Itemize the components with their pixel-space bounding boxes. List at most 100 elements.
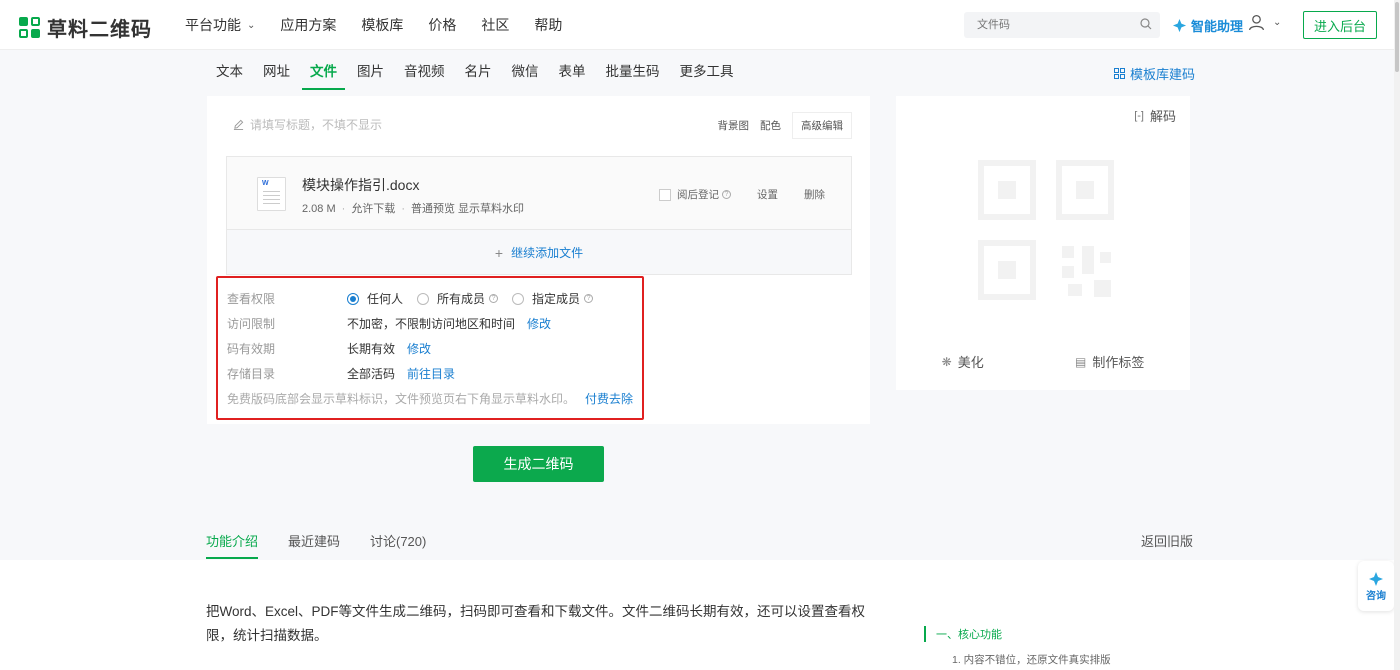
storage-label: 存储目录 [227, 367, 276, 381]
grid-icon [1114, 68, 1125, 79]
tab-wechat[interactable]: 微信 [512, 52, 539, 90]
page-scrollbar[interactable] [1394, 0, 1400, 670]
decode-button[interactable]: [-] 解码 [1134, 106, 1176, 125]
bottom-tabs: 功能介绍 最近建码 讨论(720) 返回旧版 [0, 515, 1400, 560]
beautify-button[interactable]: ❋ 美化 [942, 352, 984, 371]
tab-audio-video[interactable]: 音视频 [404, 52, 445, 90]
validity-label: 码有效期 [227, 342, 276, 356]
access-limit-value: 不加密，不限制访问地区和时间 [347, 317, 516, 331]
settings-panel: 查看权限 任何人 所有成员? 指定成员? 访问限制 不加密，不限制访问地区和时间… [216, 276, 644, 420]
file-row: W 模块操作指引.docx 2.08 M · 允许下载 · 普通预览 显示草料水印 阅后… [227, 157, 851, 230]
label-icon: ▤ [1075, 354, 1087, 369]
tab-batch[interactable]: 批量生码 [606, 52, 660, 90]
enter-dashboard-button[interactable]: 进入后台 [1303, 11, 1377, 39]
type-tabs: 文本 网址 文件 图片 音视频 名片 微信 表单 批量生码 更多工具 [216, 52, 754, 90]
validity-row: 码有效期 长期有效 修改 [227, 340, 431, 357]
tab-image[interactable]: 图片 [357, 52, 384, 90]
chevron-down-icon: ⌄ [247, 19, 256, 31]
top-header: 草料二维码 平台功能⌄ 应用方案 模板库 价格 社区 帮助 智能助理 ⌄ 进入后… [0, 0, 1400, 50]
radio-all-members[interactable]: 所有成员? [417, 290, 499, 307]
radio-dot [347, 292, 359, 305]
logo-mark-icon [19, 16, 41, 39]
toc-core-features[interactable]: 一、核心功能 [924, 626, 1111, 642]
file-size: 2.08 M [302, 203, 336, 215]
storage-value: 全部活码 [347, 367, 396, 381]
chevron-down-icon: ⌄ [1273, 17, 1282, 28]
intro-text: 把Word、Excel、PDF等文件生成二维码，扫码即可查看和下载文件。文件二维… [206, 604, 866, 643]
consult-icon [1369, 571, 1383, 586]
nav-pricing[interactable]: 价格 [428, 15, 456, 35]
scrollbar-thumb[interactable] [1395, 2, 1399, 72]
pencil-icon [233, 119, 244, 130]
search-input[interactable] [964, 12, 1124, 38]
tab-text[interactable]: 文本 [216, 52, 243, 90]
smart-assistant-button[interactable]: 智能助理 [1172, 16, 1243, 35]
file-meta: 2.08 M · 允许下载 · 普通预览 显示草料水印 [302, 203, 525, 215]
intro-section: 把Word、Excel、PDF等文件生成二维码，扫码即可查看和下载文件。文件二维… [0, 560, 1400, 670]
title-input[interactable]: 请填写标题，不填不显示 [233, 116, 382, 133]
add-file-button[interactable]: + 继续添加文件 [227, 231, 851, 274]
assistant-icon [1172, 18, 1187, 33]
tab-more-tools[interactable]: 更多工具 [680, 52, 734, 90]
view-permission-row: 查看权限 任何人 所有成员? 指定成员? [227, 290, 607, 307]
view-permission-label: 查看权限 [227, 292, 276, 306]
access-limit-row: 访问限制 不加密，不限制访问地区和时间 修改 [227, 315, 551, 332]
title-tools: 背景图 配色 高级编辑 [707, 112, 852, 139]
download-permission: 允许下载 [351, 203, 396, 215]
radio-specific-members[interactable]: 指定成员? [512, 290, 594, 307]
side-toc: 一、核心功能 1. 内容不错位，还原文件真实排版 [924, 626, 1111, 667]
back-to-old-version-link[interactable]: 返回旧版 [1141, 531, 1193, 550]
go-to-directory-link[interactable]: 前往目录 [407, 365, 455, 382]
tab-business-card[interactable]: 名片 [465, 52, 492, 90]
toc-item[interactable]: 1. 内容不错位，还原文件真实排版 [924, 652, 1111, 667]
generate-qr-button[interactable]: 生成二维码 [473, 446, 604, 482]
tab-recent-codes[interactable]: 最近建码 [288, 531, 340, 550]
logo-text: 草料二维码 [47, 19, 152, 41]
sparkle-icon: ❋ [941, 354, 952, 369]
background-image-button[interactable]: 背景图 [718, 118, 750, 133]
scan-frame-icon: [-] [1134, 109, 1144, 122]
advanced-edit-button[interactable]: 高级编辑 [792, 112, 852, 139]
nav-community[interactable]: 社区 [481, 15, 509, 35]
access-limit-modify-link[interactable]: 修改 [527, 315, 551, 332]
validity-value: 长期有效 [347, 342, 396, 356]
file-settings-button[interactable]: 设置 [757, 187, 778, 202]
tab-discussion[interactable]: 讨论(720) [370, 531, 426, 550]
search-box [964, 12, 1160, 38]
help-icon[interactable]: ? [722, 190, 731, 199]
preview-mode: 普通预览 显示草料水印 [410, 203, 525, 215]
qr-preview-card: [-] 解码 ❋ 美化 ▤ 制作标签 [896, 96, 1190, 390]
radio-dot [417, 292, 430, 305]
radio-anyone[interactable]: 任何人 [347, 290, 403, 307]
make-label-button[interactable]: ▤ 制作标签 [1075, 352, 1144, 371]
tab-file[interactable]: 文件 [302, 52, 345, 90]
file-actions: 阅后登记 ? 设置 删除 [659, 187, 825, 202]
tab-form[interactable]: 表单 [559, 52, 586, 90]
watermark-notice: 免费版码底部会显示草料标识，文件预览页右下角显示草料水印。 付费去除 [227, 392, 634, 406]
color-scheme-button[interactable]: 配色 [760, 118, 781, 133]
nav-templates[interactable]: 模板库 [361, 15, 403, 35]
search-icon[interactable] [1140, 18, 1152, 30]
nav-platform-features[interactable]: 平台功能 ⌄ [185, 15, 255, 35]
user-icon [1248, 14, 1265, 31]
help-icon[interactable]: ? [584, 294, 594, 303]
consult-button[interactable]: 咨询 [1358, 561, 1394, 611]
access-limit-label: 访问限制 [227, 317, 276, 331]
register-label: 阅后登记 [677, 189, 719, 201]
radio-dot [512, 292, 525, 305]
qr-placeholder-icon [978, 160, 1114, 300]
nav-solutions[interactable]: 应用方案 [280, 15, 336, 35]
tab-feature-intro[interactable]: 功能介绍 [206, 531, 259, 559]
user-menu[interactable]: ⌄ [1248, 14, 1281, 31]
word-file-icon: W [257, 177, 286, 211]
logo[interactable]: 草料二维码 [19, 13, 152, 42]
remove-watermark-link[interactable]: 付费去除 [585, 392, 633, 406]
file-delete-button[interactable]: 删除 [804, 187, 825, 202]
nav-help[interactable]: 帮助 [534, 15, 562, 35]
validity-modify-link[interactable]: 修改 [407, 340, 431, 357]
plus-icon: + [494, 244, 504, 261]
template-library-link[interactable]: 模板库建码 [1114, 64, 1195, 83]
tab-url[interactable]: 网址 [263, 52, 290, 90]
register-checkbox[interactable] [659, 188, 671, 201]
help-icon[interactable]: ? [489, 294, 499, 303]
